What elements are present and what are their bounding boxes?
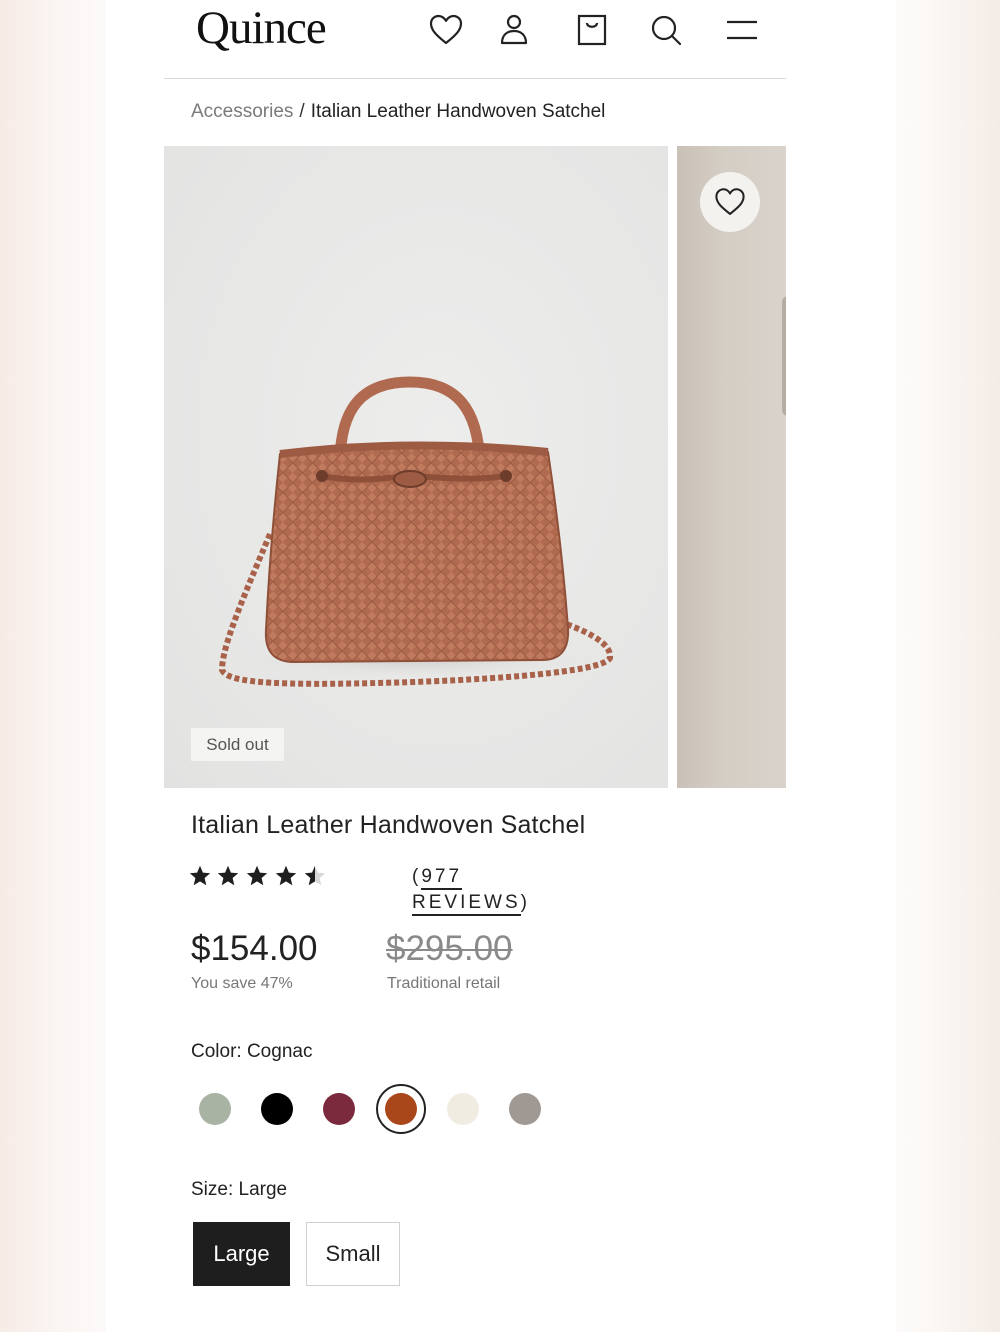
breadcrumb: Accessories / Italian Leather Handwoven Sa… [191, 100, 605, 124]
shopping-bag-icon[interactable] [572, 10, 612, 50]
menu-icon[interactable] [722, 10, 762, 50]
color-swatch[interactable] [376, 1084, 426, 1134]
heart-icon[interactable] [426, 10, 466, 50]
sale-price: $154.00 [191, 929, 318, 968]
star-icon [274, 864, 298, 888]
color-swatch[interactable] [500, 1084, 550, 1134]
secondary-image-detail [782, 296, 786, 416]
reviews-link[interactable]: (977 REVIEWS) [412, 864, 530, 916]
star-icon [216, 864, 240, 888]
star-icon [245, 864, 269, 888]
savings-text: You save 47% [191, 975, 293, 992]
color-swatch-fill [323, 1093, 355, 1125]
star-icon [188, 864, 212, 888]
product-page: Quince Accessories / Italian Leather Handw… [106, 0, 896, 1332]
heart-icon [715, 188, 745, 215]
satchel-image [218, 376, 614, 687]
user-icon[interactable] [494, 10, 534, 50]
breadcrumb-accessories-link[interactable]: Accessories [191, 101, 293, 122]
reviews-link-text[interactable]: 977 REVIEWS [412, 866, 521, 916]
color-swatch-fill [385, 1093, 417, 1125]
retail-price: $295.00 [386, 929, 513, 968]
site-header: Quince [164, 0, 786, 79]
search-icon[interactable] [646, 10, 686, 50]
size-option-large[interactable]: Large [193, 1222, 290, 1286]
product-image-secondary[interactable] [677, 146, 786, 788]
size-label: Size: Large [191, 1179, 288, 1200]
product-image-main[interactable]: Sold out [164, 146, 668, 788]
color-label: Color: Cognac [191, 1041, 313, 1062]
color-swatch[interactable] [252, 1084, 302, 1134]
background-left [0, 0, 106, 1332]
color-swatch-fill [261, 1093, 293, 1125]
breadcrumb-separator: / [299, 101, 305, 122]
retail-label: Traditional retail [387, 975, 501, 992]
color-swatch-fill [509, 1093, 541, 1125]
breadcrumb-current: Italian Leather Handwoven Satchel [310, 101, 606, 122]
product-title: Italian Leather Handwoven Satchel [191, 811, 586, 839]
half-star-icon [303, 864, 327, 888]
brand-logo[interactable]: Quince [196, 0, 327, 56]
color-swatch[interactable] [438, 1084, 488, 1134]
color-swatch[interactable] [190, 1084, 240, 1134]
sold-out-badge: Sold out [191, 728, 284, 761]
favorite-button[interactable] [700, 172, 760, 232]
size-option-small[interactable]: Small [306, 1222, 400, 1286]
color-swatch-fill [199, 1093, 231, 1125]
background-right [896, 0, 1000, 1332]
color-swatch[interactable] [314, 1084, 364, 1134]
color-swatch-fill [447, 1093, 479, 1125]
